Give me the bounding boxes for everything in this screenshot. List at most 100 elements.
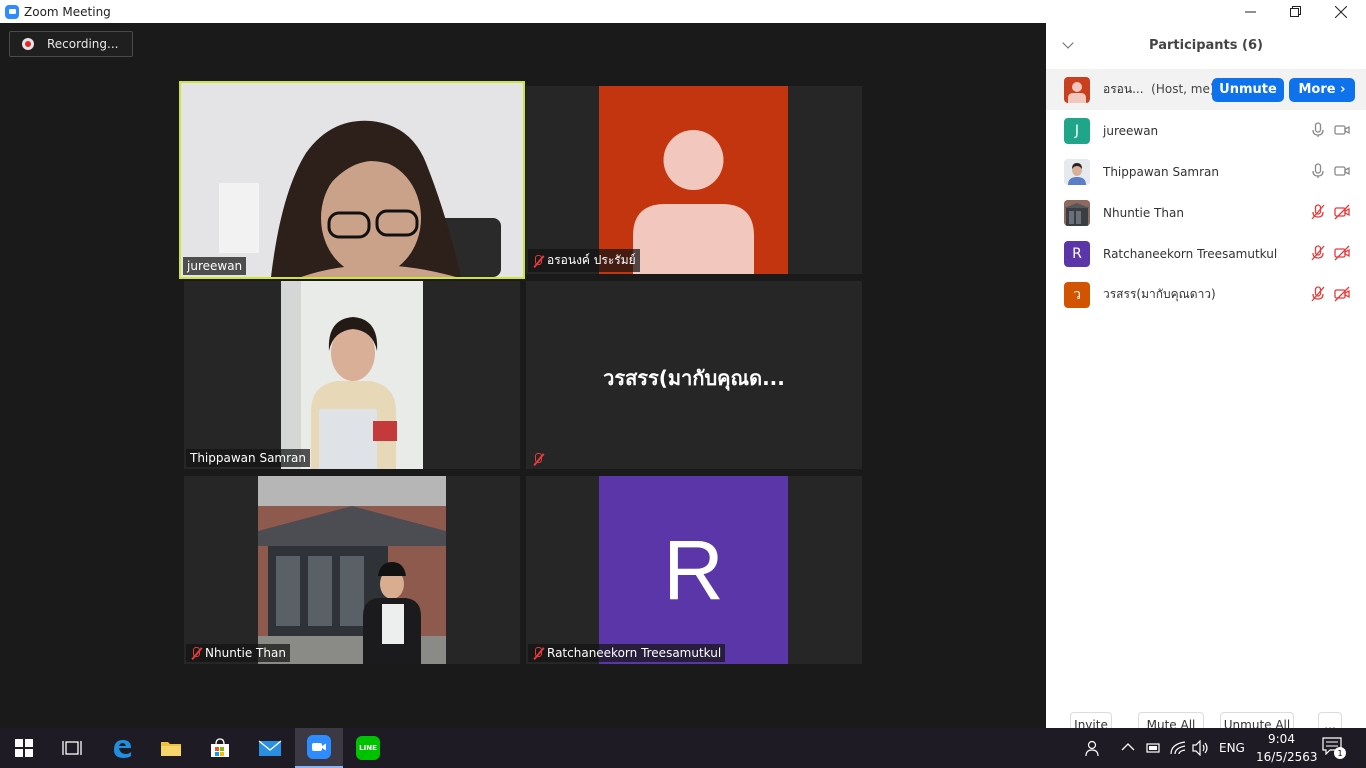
video-camera-icon[interactable] [1334,122,1350,138]
participant-name-tag: Ratchaneekorn Treesamutkul [528,644,726,662]
clock-time[interactable]: 9:04 [1268,732,1295,746]
taskbar: LINE ENG 9:04 16/5/2563 1 [0,728,1366,768]
start-button[interactable] [0,728,48,768]
avatar [1064,76,1090,103]
participant-name-tag: Nhuntie Than [186,644,290,662]
participant-avatar: R [599,476,788,664]
profile-photo-icon [1064,199,1090,226]
recording-indicator[interactable]: Recording... [9,31,133,57]
video-camera-icon[interactable] [1334,163,1350,179]
participant-name-tag: อรอนงค์ ประรัมย์ [528,249,640,272]
participant-display-name: วรสรร(มากับคุณด... [603,366,785,390]
person-silhouette-icon [633,130,754,274]
mic-muted-icon [532,453,544,465]
store-button[interactable] [196,728,244,768]
participant-row-me[interactable]: อรอน... (Host, me) Unmute More › [1046,69,1366,110]
participant-row[interactable]: Thippawan Samran [1046,151,1366,192]
input-language[interactable]: ENG [1219,741,1245,755]
notification-count: 1 [1334,747,1346,759]
chevron-down-icon[interactable] [1062,37,1074,49]
restore-button[interactable] [1272,0,1318,23]
mic-muted-icon [532,254,544,267]
clock-date[interactable]: 16/5/2563 [1256,750,1318,764]
title-bar: Zoom Meeting [0,0,1366,23]
microphone-icon[interactable] [1310,122,1326,138]
mic-muted-icon [190,647,202,659]
store-bag-icon [211,738,229,757]
mail-button[interactable] [246,728,294,768]
mic-muted-icon [532,647,544,659]
participant-name: jureewan [1103,123,1159,138]
video-off-icon[interactable] [1334,204,1350,220]
zoom-video-icon [307,735,331,759]
participant-name: Nhuntie Than [1103,205,1184,220]
video-tile-worasan[interactable]: วรสรร(มากับคุณด... [526,281,862,469]
action-center-button[interactable]: 1 [1322,737,1346,759]
avatar [1064,158,1090,185]
task-view-button[interactable] [48,728,96,768]
participant-video [181,83,523,277]
microphone-muted-icon[interactable] [1310,204,1326,220]
chevron-up-icon[interactable] [1121,742,1135,752]
video-tile-nhuntie[interactable]: Nhuntie Than [184,476,520,664]
participant-video [258,476,446,664]
wifi-icon[interactable] [1169,740,1187,756]
participant-name-tag: jureewan [183,257,247,275]
avatar [1064,199,1090,226]
video-tile-host[interactable]: อรอนงค์ ประรัมย์ [526,86,862,274]
video-off-icon[interactable] [1334,245,1350,261]
avatar: R [1064,240,1090,267]
video-stage: Recording... jureewan อรอนงค์ ประรัมย์ T… [0,23,1046,728]
record-icon [22,38,34,50]
person-silhouette-icon [1068,81,1086,103]
minimize-icon [1244,11,1256,13]
minimize-button[interactable] [1227,0,1273,23]
participant-row[interactable]: ว วรสรร(มากับคุณดาว) [1046,274,1366,315]
battery-icon[interactable] [1145,741,1161,755]
people-icon[interactable] [1084,739,1102,757]
line-app-button[interactable]: LINE [344,728,392,768]
microphone-muted-icon[interactable] [1310,245,1326,261]
participant-name: Ratchaneekorn Treesamutkul [1103,246,1278,261]
microphone-icon[interactable] [1310,163,1326,179]
avatar-initial: R [663,522,724,617]
participants-panel: Participants (6) อรอน... (Host, me) Unmu… [1046,23,1366,737]
close-icon [1335,5,1347,18]
edge-browser-button[interactable] [98,728,146,768]
avatar: ว [1064,281,1090,308]
avatar: J [1064,117,1090,144]
mail-icon [258,740,282,756]
participants-title: Participants (6) [1149,38,1263,53]
volume-icon[interactable] [1192,740,1210,756]
file-explorer-button[interactable] [147,728,195,768]
task-view-icon [62,741,82,755]
participant-video [281,281,423,469]
microphone-muted-icon[interactable] [1310,286,1326,302]
participant-name-tag [528,451,548,467]
close-button[interactable] [1318,0,1364,23]
participant-row[interactable]: R Ratchaneekorn Treesamutkul [1046,233,1366,274]
participant-name-tag: Thippawan Samran [186,449,310,467]
window-title: Zoom Meeting [24,4,111,19]
participant-name: วรสรร(มากับคุณดาว) [1103,287,1216,301]
line-icon: LINE [356,736,380,760]
video-tile-ratchaneekorn[interactable]: R Ratchaneekorn Treesamutkul [526,476,862,664]
windows-logo-icon [15,739,33,757]
video-tile-jureewan[interactable]: jureewan [179,81,525,279]
folder-icon [161,742,181,756]
video-tile-thippawan[interactable]: Thippawan Samran [184,281,520,469]
participant-row[interactable]: J jureewan [1046,110,1366,151]
zoom-app-icon [5,4,19,19]
participant-name: Thippawan Samran [1103,164,1219,179]
participant-row[interactable]: Nhuntie Than [1046,192,1366,233]
zoom-taskbar-button[interactable] [295,728,343,768]
profile-photo-icon [1064,158,1090,185]
more-button[interactable]: More › [1289,77,1355,102]
restore-icon [1289,6,1301,17]
recording-label: Recording... [47,37,119,51]
video-off-icon[interactable] [1334,286,1350,302]
edge-icon [114,740,131,758]
participants-header: Participants (6) [1046,23,1366,68]
unmute-button[interactable]: Unmute [1212,77,1284,102]
participant-name: อรอน... (Host, me) [1103,82,1215,96]
